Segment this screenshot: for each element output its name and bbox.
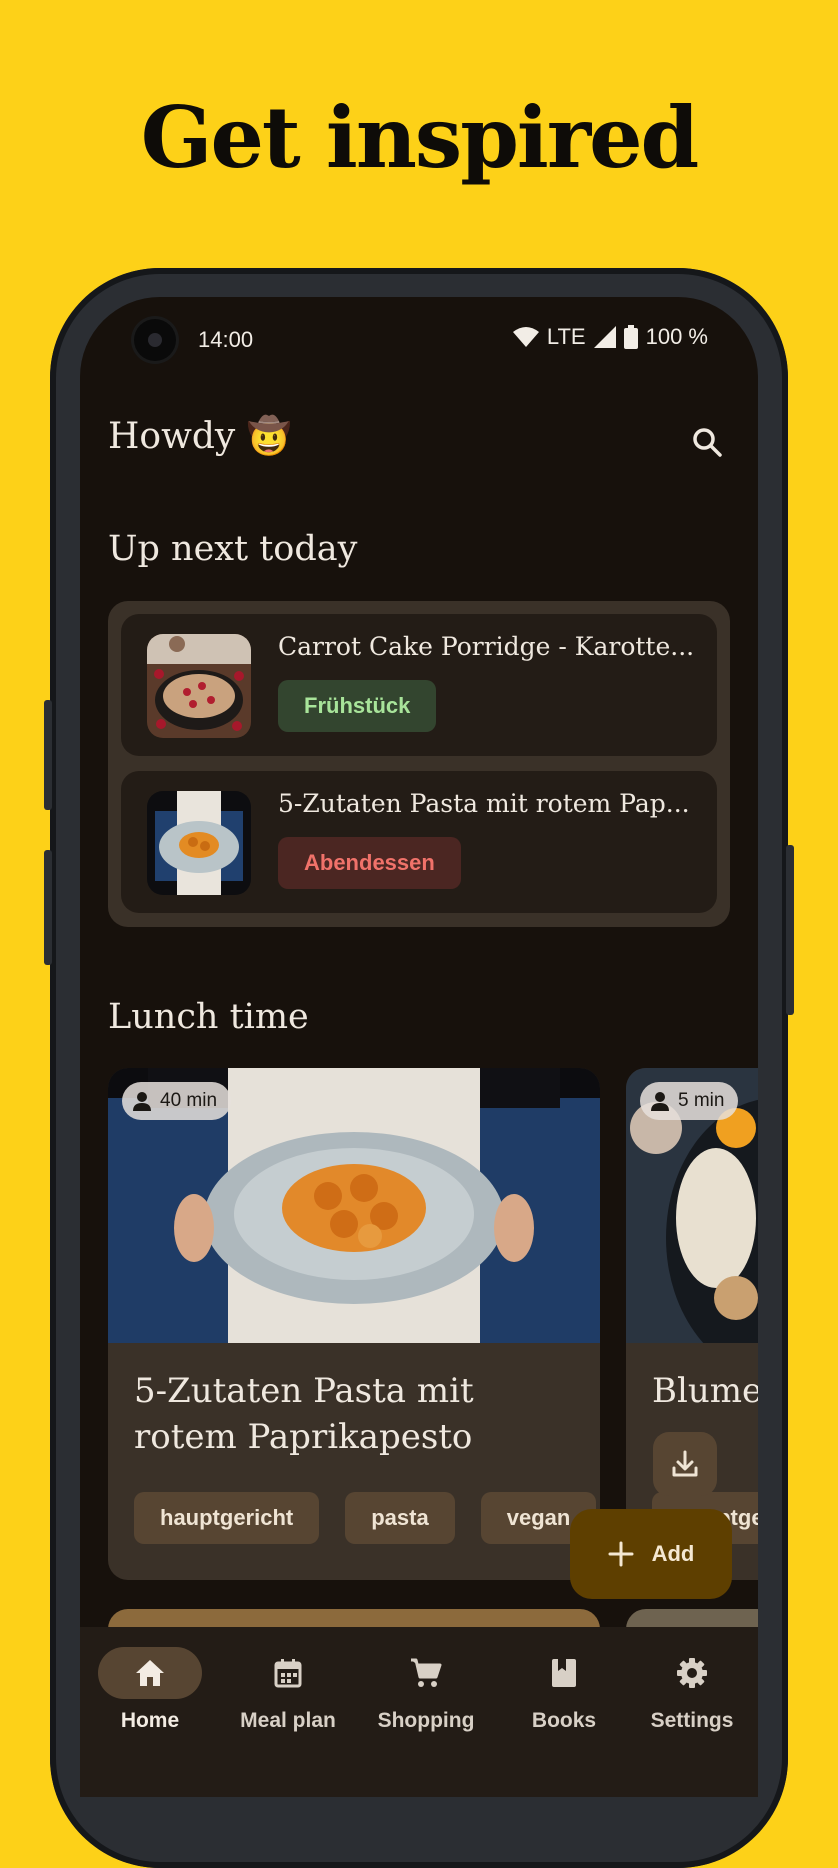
gear-icon	[677, 1658, 707, 1688]
porridge-thumbnail	[147, 634, 251, 738]
person-icon	[133, 1092, 151, 1111]
meal-tag: Frühstück	[278, 680, 437, 732]
nav-home[interactable]: Home	[82, 1647, 218, 1733]
status-icons: LTE 100 %	[512, 324, 708, 350]
tag-chip[interactable]: hauptgericht	[134, 1492, 320, 1544]
recipe-image: 40 min	[108, 1068, 600, 1343]
lunch-title: Lunch time	[108, 997, 309, 1037]
nav-settings[interactable]: Settings	[624, 1647, 758, 1733]
add-button[interactable]: Add	[570, 1509, 732, 1599]
recipe-card[interactable]: 5 min Blume Kokos- hauptge	[626, 1068, 758, 1580]
search-icon	[693, 428, 722, 457]
recipe-title: 5-Zutaten Pasta mit rotem Paprikapesto	[134, 1371, 474, 1457]
bottom-navigation: Home Meal plan Shopping Books Settings	[80, 1627, 758, 1797]
duration-badge: 5 min	[640, 1082, 739, 1120]
recipe-image: 5 min	[626, 1068, 758, 1343]
nav-icon-wrap	[374, 1647, 478, 1699]
nav-icon-wrap	[512, 1647, 616, 1699]
status-bar: 14:00 LTE 100 %	[80, 297, 758, 387]
volume-button-lower	[44, 850, 52, 965]
nav-shopping[interactable]: Shopping	[358, 1647, 494, 1733]
meal-tag: Abendessen	[278, 837, 461, 889]
add-label: Add	[651, 1541, 695, 1566]
nav-label: Meal plan	[240, 1709, 336, 1732]
battery-label: 100 %	[645, 324, 708, 349]
recipe-title: Blume Kokos-	[652, 1371, 758, 1411]
front-camera	[134, 319, 176, 361]
nav-label: Shopping	[377, 1709, 475, 1732]
duration-label: 5 min	[678, 1090, 725, 1111]
app-screen: 14:00 LTE 100 % Howdy 🤠 Up next today Ca…	[80, 297, 758, 1797]
nav-icon-wrap	[236, 1647, 340, 1699]
download-icon	[672, 1450, 698, 1477]
nav-books[interactable]: Books	[496, 1647, 632, 1733]
up-next-item[interactable]: Carrot Cake Porridge - Karotte... Frühst…	[121, 614, 717, 756]
nav-meal-plan[interactable]: Meal plan	[220, 1647, 356, 1733]
volume-button	[44, 700, 52, 810]
wifi-icon	[512, 327, 539, 347]
plus-icon	[608, 1541, 634, 1567]
headline: Get inspired	[140, 88, 700, 187]
person-icon	[651, 1092, 669, 1111]
duration-label: 40 min	[160, 1090, 218, 1111]
book-icon	[552, 1659, 576, 1687]
nav-label: Settings	[650, 1709, 734, 1732]
up-next-item-title: 5-Zutaten Pasta mit rotem Pap...	[278, 789, 690, 818]
status-time: 14:00	[198, 327, 254, 352]
battery-icon	[623, 325, 638, 349]
duration-badge: 40 min	[122, 1082, 232, 1120]
home-icon	[136, 1660, 164, 1686]
power-button	[786, 845, 794, 1015]
nav-label: Home	[120, 1709, 180, 1732]
recipe-card[interactable]: 40 min 5-Zutaten Pasta mit rotem Paprika…	[108, 1068, 600, 1580]
calendar-icon	[274, 1659, 302, 1688]
pasta-thumbnail	[147, 791, 251, 895]
signal-icon	[593, 326, 616, 348]
up-next-title: Up next today	[108, 529, 358, 569]
greeting: Howdy 🤠	[108, 416, 292, 457]
cart-icon	[411, 1658, 442, 1687]
network-label: LTE	[546, 324, 586, 349]
up-next-item[interactable]: 5-Zutaten Pasta mit rotem Pap... Abendes…	[121, 771, 717, 913]
nav-label: Books	[531, 1709, 597, 1732]
up-next-list: Carrot Cake Porridge - Karotte... Frühst…	[108, 601, 730, 927]
up-next-item-title: Carrot Cake Porridge - Karotte...	[278, 632, 695, 661]
nav-indicator	[98, 1647, 202, 1699]
search-button[interactable]	[680, 415, 734, 469]
tag-chip[interactable]: pasta	[345, 1492, 455, 1544]
import-button[interactable]	[653, 1432, 717, 1496]
recipe-tags: hauptgericht pasta vegan	[134, 1492, 597, 1544]
nav-icon-wrap	[640, 1647, 744, 1699]
